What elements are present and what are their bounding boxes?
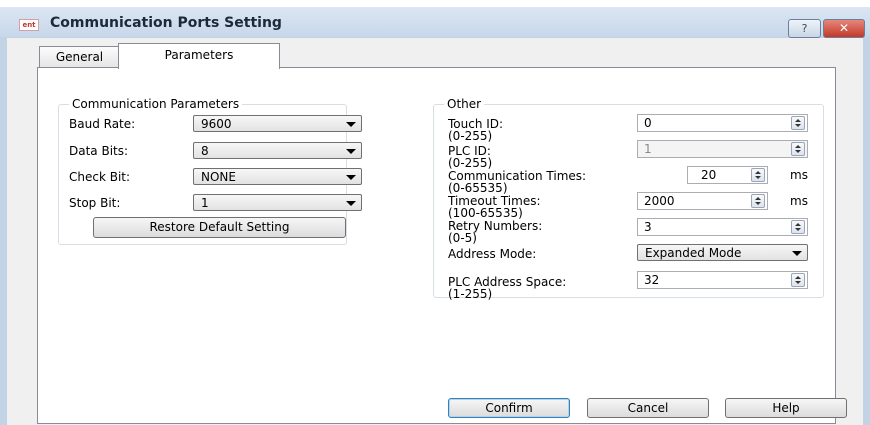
parameters-panel: Communication Parameters Baud Rate: 9600…: [37, 67, 836, 424]
spin-icon[interactable]: [751, 168, 765, 182]
title-bar: ent Communication Ports Setting ? ✕: [0, 7, 870, 38]
timeout-times-value: 2000: [644, 194, 675, 208]
tab-parameters[interactable]: Parameters: [118, 43, 280, 69]
spin-icon[interactable]: [751, 194, 765, 208]
retry-numbers-spinner[interactable]: 3: [637, 218, 808, 236]
close-button[interactable]: ✕: [823, 19, 865, 38]
data-bits-value: 8: [201, 144, 209, 158]
address-mode-value: Expanded Mode: [645, 246, 742, 260]
help-button[interactable]: Help: [725, 398, 847, 418]
top-strip: [0, 0, 870, 7]
touch-id-spinner[interactable]: 0: [637, 114, 808, 132]
spin-icon: [791, 142, 805, 156]
communication-times-unit: ms: [790, 168, 808, 182]
confirm-button[interactable]: Confirm: [448, 398, 570, 418]
baud-rate-select[interactable]: 9600: [193, 115, 362, 132]
timeout-times-spinner[interactable]: 2000: [637, 192, 768, 210]
data-bits-label: Data Bits:: [69, 144, 129, 158]
timeout-times-unit: ms: [790, 194, 808, 208]
plc-address-space-range: (1-255): [448, 287, 493, 301]
check-bit-value: NONE: [201, 170, 236, 184]
address-mode-select[interactable]: Expanded Mode: [637, 244, 808, 261]
communication-times-value: 20: [701, 168, 717, 182]
group-title: Other: [444, 97, 485, 111]
restore-default-button[interactable]: Restore Default Setting: [93, 217, 346, 238]
stop-bit-select[interactable]: 1: [193, 194, 362, 211]
stop-bit-value: 1: [201, 196, 209, 210]
retry-numbers-value: 3: [644, 220, 652, 234]
spin-icon[interactable]: [791, 273, 805, 287]
client-area: General Parameters Communication Paramet…: [7, 38, 863, 425]
stop-bit-label: Stop Bit:: [69, 196, 121, 210]
dialog-window: ent Communication Ports Setting ? ✕ Gene…: [0, 0, 870, 425]
touch-id-range: (0-255): [448, 129, 493, 143]
chevron-down-icon: [346, 122, 356, 127]
retry-numbers-range: (0-5): [448, 231, 477, 245]
cancel-button[interactable]: Cancel: [587, 398, 709, 418]
chevron-down-icon: [792, 251, 802, 256]
plc-address-space-value: 32: [644, 273, 660, 287]
tab-general[interactable]: General: [39, 46, 120, 68]
chevron-down-icon: [346, 201, 356, 206]
baud-rate-value: 9600: [201, 117, 232, 131]
chevron-down-icon: [346, 149, 356, 154]
plc-id-spinner: 1: [637, 140, 808, 158]
communication-times-spinner[interactable]: 20: [687, 166, 768, 184]
plc-id-value: 1: [644, 142, 652, 156]
chevron-down-icon: [346, 175, 356, 180]
data-bits-select[interactable]: 8: [193, 142, 362, 159]
touch-id-value: 0: [644, 116, 652, 130]
address-mode-label: Address Mode:: [448, 247, 537, 261]
plc-address-space-spinner[interactable]: 32: [637, 271, 808, 289]
window-title: Communication Ports Setting: [50, 15, 282, 31]
check-bit-select[interactable]: NONE: [193, 168, 362, 185]
spin-icon[interactable]: [791, 220, 805, 234]
check-bit-label: Check Bit:: [69, 170, 131, 184]
group-title: Communication Parameters: [69, 97, 243, 111]
spin-icon[interactable]: [791, 116, 805, 130]
baud-rate-label: Baud Rate:: [69, 117, 136, 131]
help-title-button[interactable]: ?: [788, 19, 821, 38]
app-icon: ent: [19, 19, 39, 31]
